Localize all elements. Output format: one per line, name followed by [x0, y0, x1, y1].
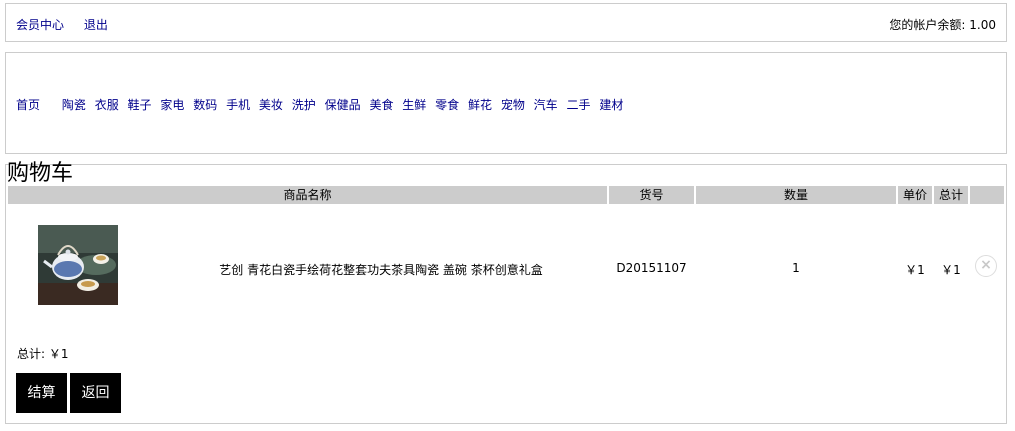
product-code: D20151107 [616, 261, 687, 275]
logout-link[interactable]: 退出 [84, 18, 108, 32]
cart-title: 购物车 [7, 161, 74, 186]
header-quantity: 数量 [696, 186, 896, 204]
category-nav: 首页 陶瓷 衣服 鞋子 家电 数码 手机 美妆 洗护 保健品 美食 生鲜 零食 … [16, 96, 628, 113]
nav-category-building[interactable]: 建材 [599, 98, 623, 112]
product-name-link[interactable]: 艺创 青花白瓷手绘荷花整套功夫茶具陶瓷 盖碗 茶杯创意礼盒 [206, 261, 556, 278]
product-subtotal: ￥1 [941, 263, 961, 277]
member-center-link[interactable]: 会员中心 [16, 18, 64, 32]
header-product-name: 商品名称 [8, 186, 607, 204]
account-balance: 您的帐户余额: 1.00 [889, 18, 996, 32]
top-bar: 会员中心 退出 您的帐户余额: 1.00 [5, 3, 1007, 42]
back-button[interactable]: 返回 [70, 373, 121, 413]
category-nav-box: 首页 陶瓷 衣服 鞋子 家电 数码 手机 美妆 洗护 保健品 美食 生鲜 零食 … [5, 52, 1007, 154]
nav-category-pets[interactable]: 宠物 [501, 98, 525, 112]
header-product-code: 货号 [609, 186, 694, 204]
product-unit-price: ￥1 [905, 263, 925, 277]
cart-panel: 购物车 商品名称 货号 数量 单价 总计 艺创 青花白瓷手绘荷花整套功夫茶具陶瓷… [5, 161, 1007, 424]
cart-table-header: 商品名称 货号 数量 单价 总计 [8, 186, 1004, 204]
nav-category-food[interactable]: 美食 [369, 98, 393, 112]
nav-category-personal-care[interactable]: 洗护 [292, 98, 316, 112]
nav-category-makeup[interactable]: 美妆 [259, 98, 283, 112]
cart-total: 总计: ￥1 [17, 347, 69, 361]
header-unit-price: 单价 [898, 186, 932, 204]
nav-category-appliances[interactable]: 家电 [160, 98, 184, 112]
nav-category-flowers[interactable]: 鲜花 [468, 98, 492, 112]
nav-category-health[interactable]: 保健品 [325, 98, 361, 112]
checkout-button[interactable]: 结算 [16, 373, 67, 413]
nav-category-fresh[interactable]: 生鲜 [402, 98, 426, 112]
remove-item-icon[interactable]: × [975, 255, 997, 277]
header-subtotal: 总计 [934, 186, 968, 204]
nav-category-phones[interactable]: 手机 [226, 98, 250, 112]
nav-category-ceramics[interactable]: 陶瓷 [62, 98, 86, 112]
nav-category-secondhand[interactable]: 二手 [567, 98, 591, 112]
header-action [970, 186, 1004, 204]
member-links: 会员中心 退出 [16, 16, 124, 33]
product-quantity: 1 [792, 261, 800, 275]
cart-item-row: 艺创 青花白瓷手绘荷花整套功夫茶具陶瓷 盖碗 茶杯创意礼盒 D20151107 … [6, 225, 1006, 307]
teapot-product-image[interactable] [38, 225, 118, 305]
nav-category-shoes[interactable]: 鞋子 [128, 98, 152, 112]
nav-home[interactable]: 首页 [16, 98, 40, 112]
nav-category-snacks[interactable]: 零食 [435, 98, 459, 112]
nav-category-clothes[interactable]: 衣服 [95, 98, 119, 112]
nav-category-cars[interactable]: 汽车 [534, 98, 558, 112]
nav-category-digital[interactable]: 数码 [193, 98, 217, 112]
